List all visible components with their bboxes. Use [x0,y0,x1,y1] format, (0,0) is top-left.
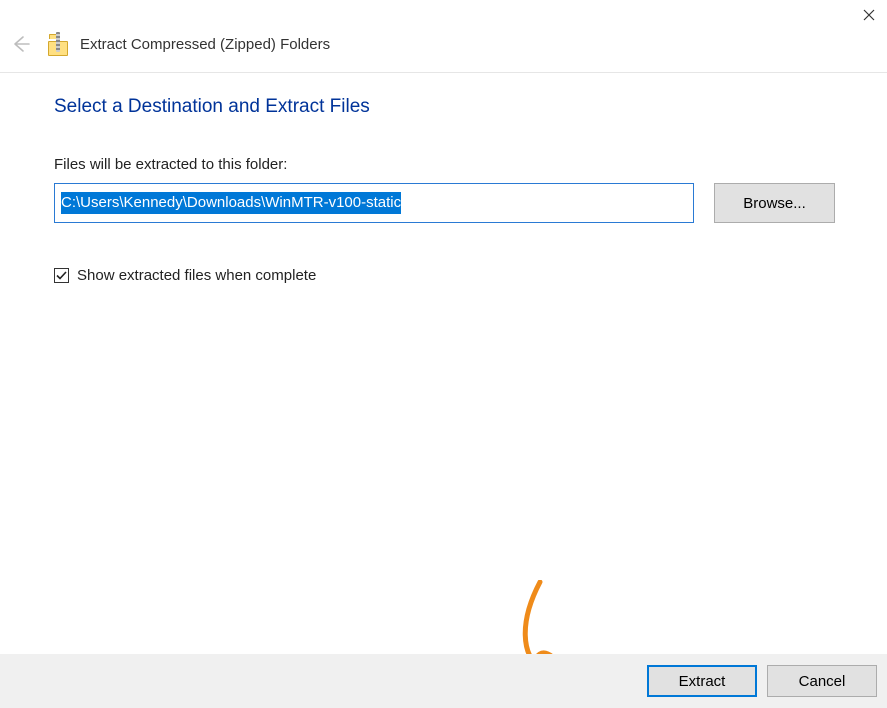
cancel-button[interactable]: Cancel [767,665,877,697]
destination-input[interactable]: C:\Users\Kennedy\Downloads\WinMTR-v100-s… [54,183,694,223]
wizard-content: Select a Destination and Extract Files F… [54,96,835,284]
destination-path-text: C:\Users\Kennedy\Downloads\WinMTR-v100-s… [61,192,401,214]
checkmark-icon [55,269,68,282]
show-files-checkbox[interactable] [54,268,69,283]
page-heading: Select a Destination and Extract Files [54,96,835,118]
back-arrow-icon [9,33,31,55]
wizard-header: Extract Compressed (Zipped) Folders [0,0,887,73]
wizard-footer: Extract Cancel [0,654,887,708]
show-files-checkbox-label: Show extracted files when complete [77,267,316,284]
destination-label: Files will be extracted to this folder: [54,156,835,173]
back-button[interactable] [6,30,34,58]
extract-button[interactable]: Extract [647,665,757,697]
destination-row: C:\Users\Kennedy\Downloads\WinMTR-v100-s… [54,183,835,223]
wizard-title: Extract Compressed (Zipped) Folders [80,36,330,53]
browse-button[interactable]: Browse... [714,183,835,223]
show-files-checkbox-row: Show extracted files when complete [54,267,835,284]
zip-folder-icon [48,32,68,56]
close-icon [863,9,875,21]
close-button[interactable] [859,5,879,25]
titlebar [859,0,887,30]
